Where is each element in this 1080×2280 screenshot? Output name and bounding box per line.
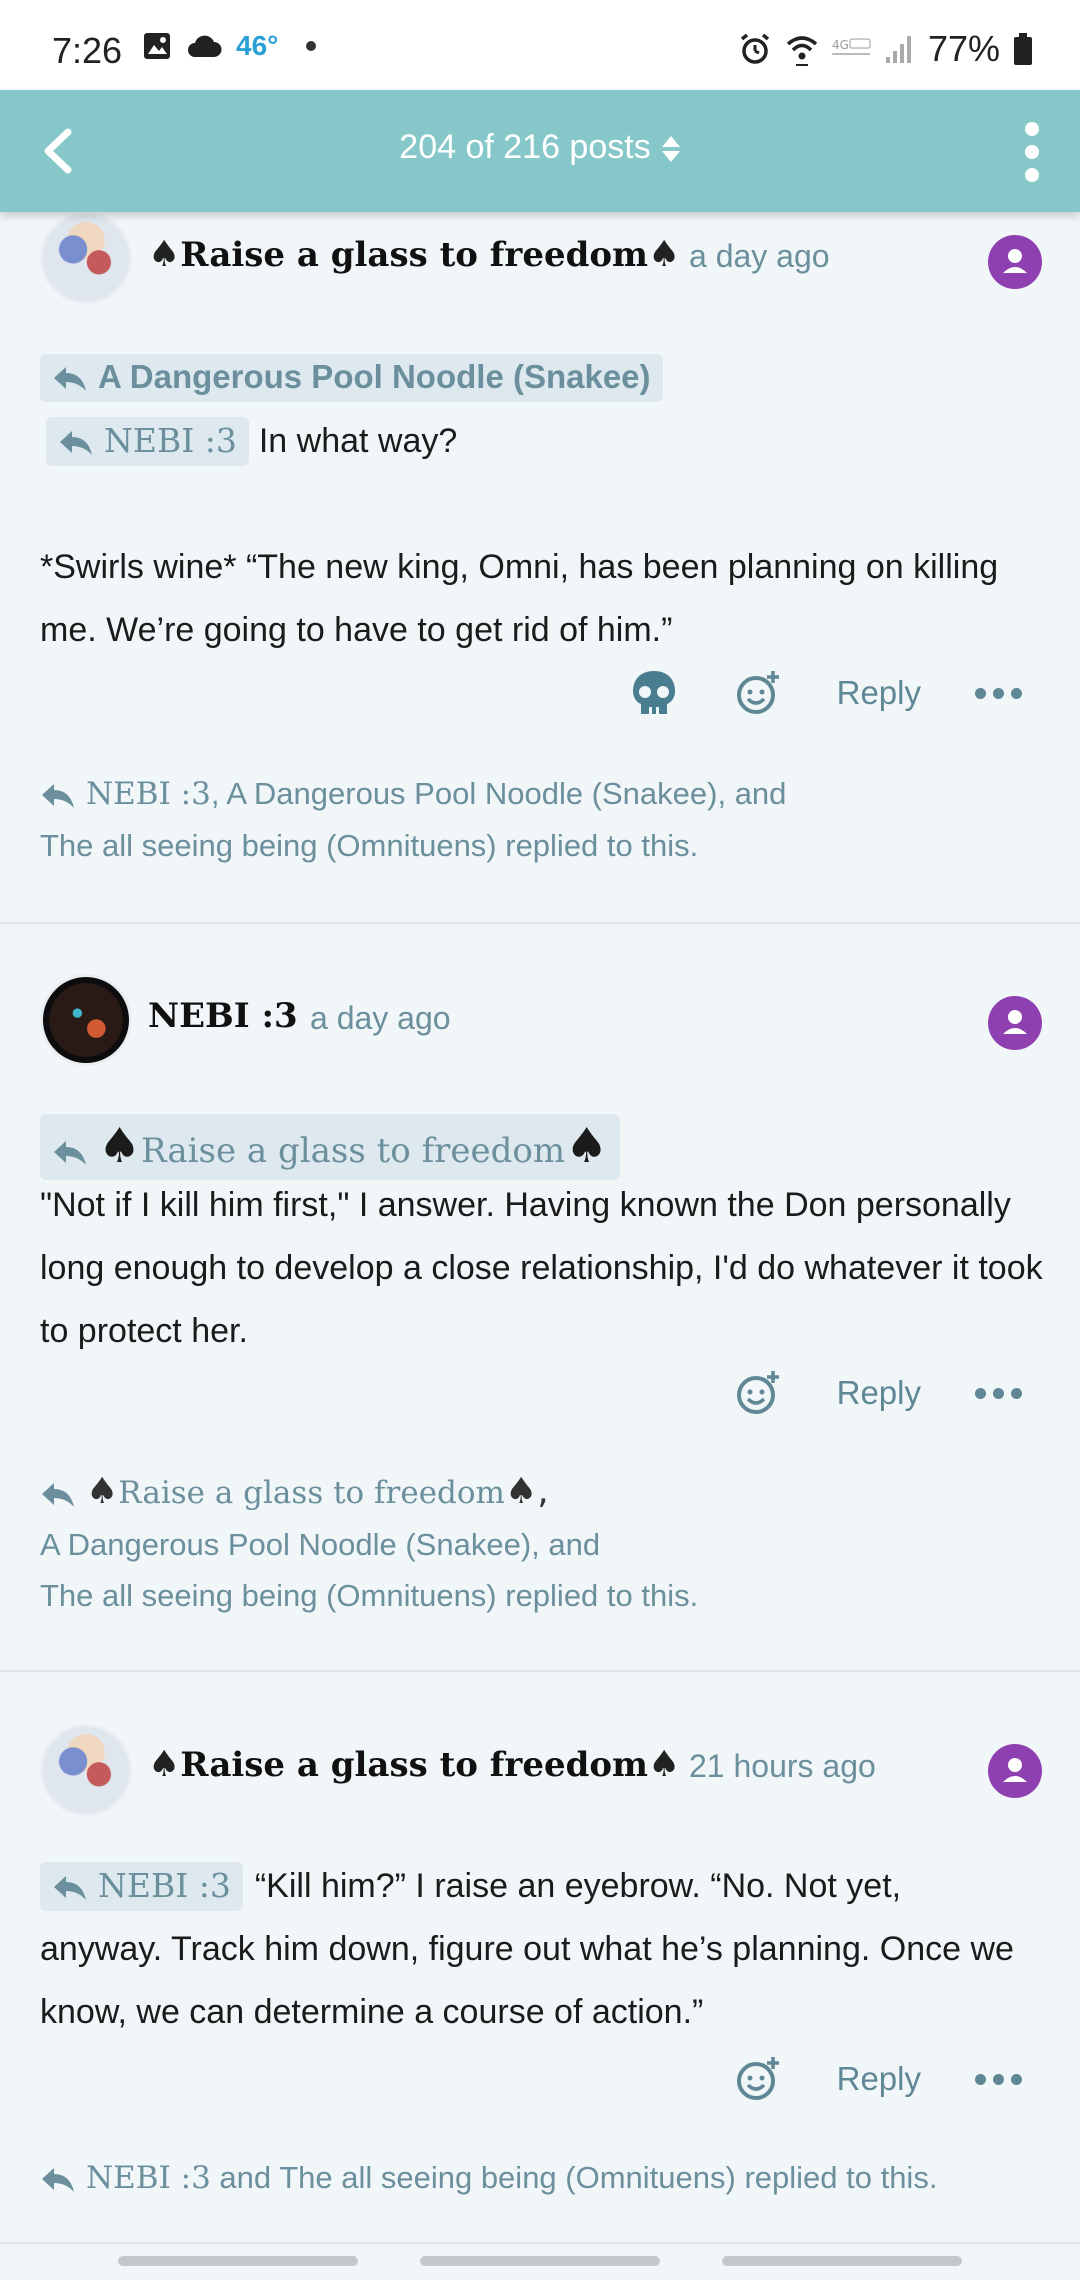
add-reaction-icon[interactable]: [733, 668, 783, 718]
user-profile-button[interactable]: [988, 235, 1042, 289]
status-right-icons: 4G 77%: [738, 28, 1034, 70]
status-temperature: 46°: [236, 30, 279, 61]
replied-names: , A Dangerous Pool Noodle (Snakee), and: [210, 776, 787, 811]
post-text: In what way?: [258, 422, 458, 460]
author-name: Raise a glass to freedom: [180, 235, 649, 275]
replied-names: The all seeing being (Omnituens) replied…: [40, 828, 699, 863]
replied-name: NEBI :3: [86, 2160, 211, 2196]
avatar[interactable]: [40, 1724, 132, 1816]
replied-names: and The all seeing being (Omnituens) rep…: [210, 2160, 938, 2195]
reply-to-chip[interactable]: ♠Raise a glass to freedom♠: [40, 1114, 621, 1180]
spade-icon: ♠: [148, 1744, 181, 1785]
add-reaction-icon[interactable]: [733, 2054, 783, 2104]
reply-to-name: A Dangerous Pool Noodle (Snakee): [98, 358, 651, 395]
avatar[interactable]: [40, 974, 132, 1066]
battery-percent: 77%: [927, 28, 1000, 69]
post-author[interactable]: ♠Raise a glass to freedom♠: [148, 1744, 680, 1785]
author-name: Raise a glass to freedom: [180, 1745, 649, 1785]
reply-arrow-icon: [42, 1482, 74, 1507]
reply-arrow-icon: [54, 367, 86, 392]
battery-icon: [1014, 33, 1032, 65]
more-actions-icon[interactable]: [975, 2073, 1022, 2085]
topic-header: 204 of 216 posts: [0, 90, 1080, 212]
alarm-icon: [740, 33, 770, 64]
replied-summary[interactable]: NEBI :3 and The all seeing being (Omnitu…: [40, 2152, 1040, 2204]
post-body: "Not if I kill him first," I answer. Hav…: [40, 1186, 1043, 1350]
reply-button[interactable]: Reply: [837, 674, 921, 712]
post-body: anyway. Track him down, figure out what …: [40, 1930, 1014, 2031]
reply-to-chip[interactable]: NEBI :3: [40, 1862, 243, 1911]
add-reaction-icon[interactable]: [733, 1368, 783, 1418]
post-time[interactable]: a day ago: [310, 1000, 451, 1037]
replied-names: A Dangerous Pool Noodle (Snakee), and: [40, 1527, 601, 1562]
avatar[interactable]: [40, 212, 132, 304]
more-options-icon[interactable]: [1022, 122, 1042, 182]
post-position-label: 204 of 216 posts: [399, 128, 651, 166]
post-item: ♠Raise a glass to freedom♠ 21 hours ago …: [0, 1672, 1080, 2244]
reply-arrow-icon: [60, 431, 92, 455]
spade-icon: ♠: [648, 234, 681, 275]
post-author[interactable]: NEBI :3: [148, 996, 298, 1036]
post-item: ♠Raise a glass to freedom♠ a day ago A D…: [0, 212, 1080, 924]
post-author[interactable]: ♠Raise a glass to freedom♠: [148, 234, 680, 275]
person-icon: [1003, 249, 1027, 273]
spade-icon: ♠: [86, 1471, 119, 1512]
replied-name: NEBI :3: [86, 776, 211, 812]
post-time[interactable]: a day ago: [689, 238, 830, 275]
spade-icon: ♠: [648, 1744, 681, 1785]
skull-icon[interactable]: [629, 668, 679, 718]
reply-button[interactable]: Reply: [837, 2060, 921, 2098]
spade-icon: ♠: [148, 234, 181, 275]
reply-to-chip[interactable]: NEBI :3: [46, 417, 249, 466]
user-profile-button[interactable]: [988, 1744, 1042, 1798]
reply-arrow-icon: [54, 1876, 86, 1900]
replied-name: Raise a glass to freedom: [118, 1475, 505, 1511]
post-text: “Kill him?” I raise an eyebrow. “No. Not…: [254, 1867, 902, 1905]
reply-arrow-icon: [54, 1141, 86, 1165]
replied-names: The all seeing being (Omnituens) replied…: [40, 1578, 699, 1613]
post-actions: Reply: [733, 1368, 1022, 1418]
reply-button[interactable]: Reply: [837, 1374, 921, 1412]
post-actions: Reply: [629, 668, 1022, 718]
person-icon: [1003, 1010, 1027, 1034]
post-first-line: NEBI :3 “Kill him?” I raise an eyebrow. …: [40, 1862, 1050, 1911]
image-icon: [144, 33, 170, 59]
spade-icon: ♠: [565, 1118, 609, 1174]
reply-arrow-icon: [42, 2167, 74, 2192]
author-name: NEBI :3: [148, 996, 298, 1036]
more-actions-icon[interactable]: [975, 1387, 1022, 1399]
spade-icon: ♠: [98, 1118, 142, 1174]
status-time: 7:26: [52, 30, 123, 71]
reply-to-name: NEBI :3: [98, 1866, 231, 1905]
reply-to-name: Raise a glass to freedom: [141, 1131, 566, 1171]
user-profile-button[interactable]: [988, 996, 1042, 1050]
cloud-icon: [188, 35, 222, 57]
person-icon: [1003, 1758, 1027, 1782]
status-bar: 7:26 46° 4G 77%: [0, 0, 1080, 90]
more-actions-icon[interactable]: [975, 687, 1022, 699]
sort-caret-icon: [661, 136, 680, 163]
replied-summary[interactable]: NEBI :3, A Dangerous Pool Noodle (Snakee…: [40, 768, 1040, 871]
reply-arrow-icon: [42, 783, 74, 808]
post-body: *Swirls wine* “The new king, Omni, has b…: [40, 548, 999, 649]
signal-icon: [885, 36, 911, 63]
post-position-selector[interactable]: 204 of 216 posts: [0, 128, 1080, 167]
post-item: NEBI :3 a day ago ♠Raise a glass to free…: [0, 924, 1080, 1672]
post-actions: Reply: [733, 2054, 1022, 2104]
notification-dot-icon: [306, 41, 317, 51]
reply-to-chip[interactable]: A Dangerous Pool Noodle (Snakee): [40, 354, 663, 402]
post-time[interactable]: 21 hours ago: [689, 1748, 876, 1785]
spade-icon: ♠,: [504, 1471, 549, 1512]
reply-to-name: NEBI :3: [104, 421, 237, 460]
svg-text:4G: 4G: [832, 38, 849, 52]
volte-icon: 4G: [831, 38, 871, 55]
replied-summary[interactable]: ♠Raise a glass to freedom♠, A Dangerous …: [40, 1466, 1040, 1621]
status-left-icons: 46°: [142, 30, 317, 62]
post-first-line: NEBI :3 In what way?: [46, 417, 457, 466]
wifi-icon: [786, 36, 818, 66]
bottom-nav-indicator: [0, 2244, 1080, 2280]
